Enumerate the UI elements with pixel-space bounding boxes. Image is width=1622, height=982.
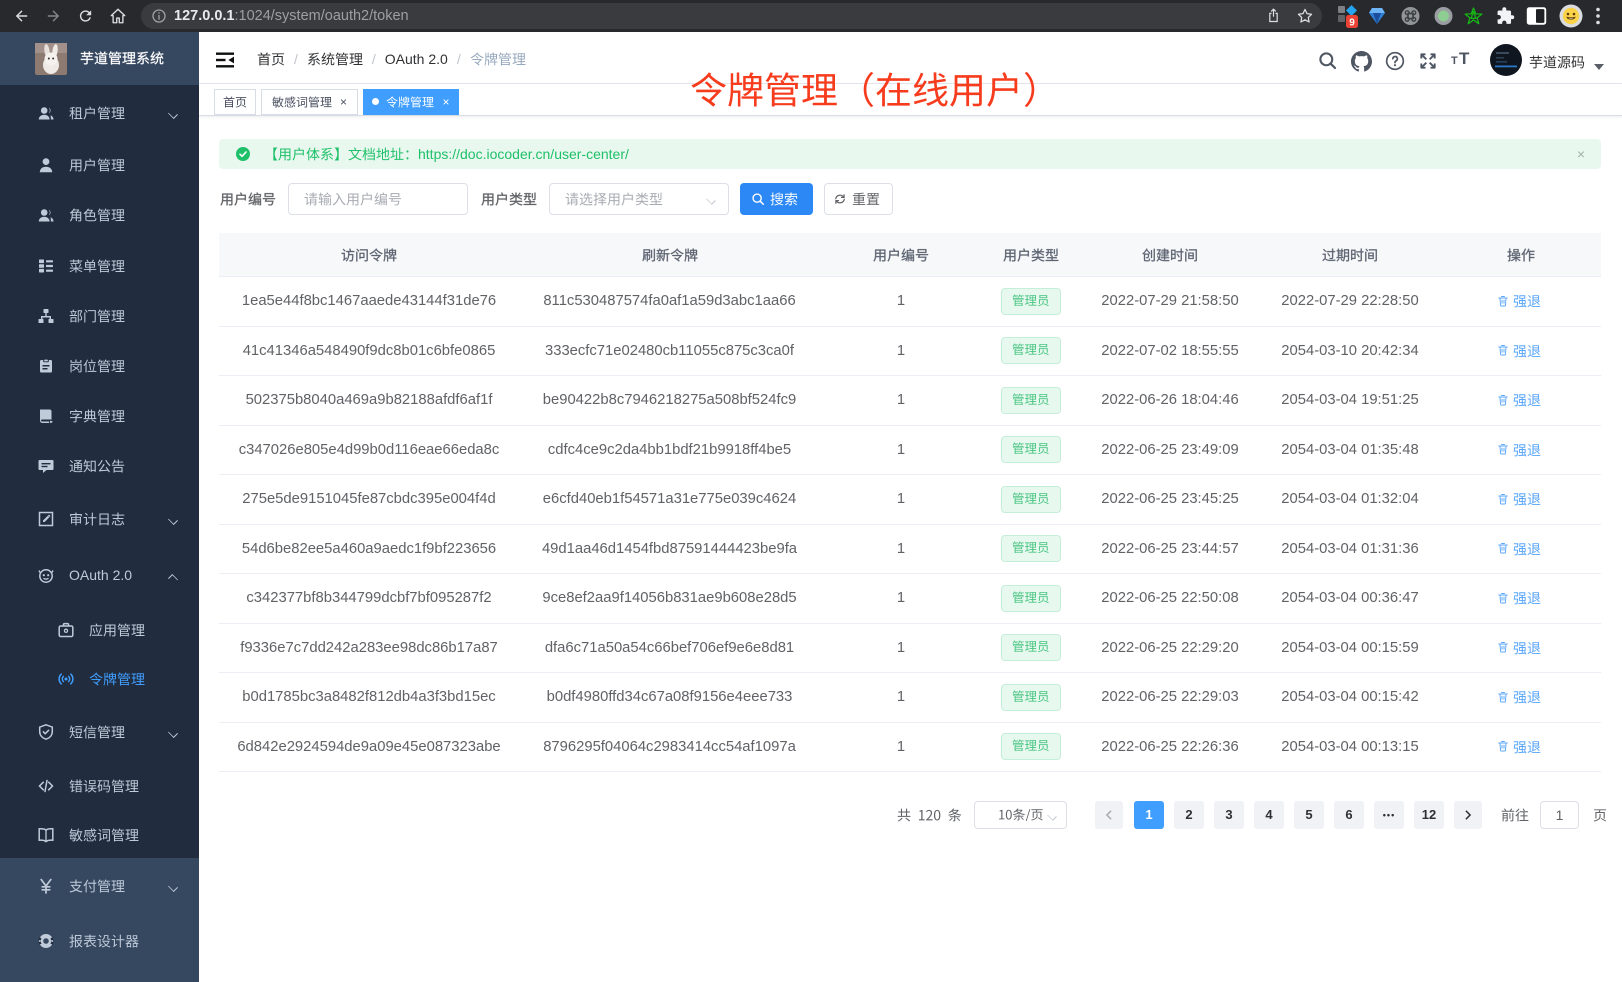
svg-text:T: T xyxy=(1451,55,1458,67)
svg-text:9: 9 xyxy=(1349,18,1355,29)
svg-text:T: T xyxy=(1459,49,1470,67)
